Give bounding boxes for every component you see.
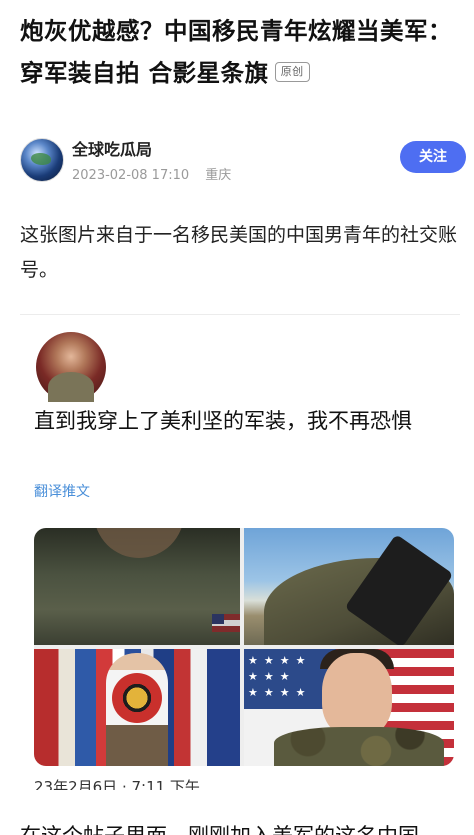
original-badge: 原创 — [274, 61, 310, 82]
author-name[interactable]: 全球吃瓜局 — [72, 136, 152, 160]
flag-patch-icon — [212, 614, 240, 632]
publish-location: 重庆 — [205, 168, 232, 183]
photo-flags-plaque[interactable] — [34, 649, 240, 766]
photo-soldier-uniform[interactable] — [34, 528, 240, 645]
tweet-photo-grid[interactable]: ★★★★ ★★★ ★★★★ — [34, 528, 454, 766]
author-avatar[interactable] — [20, 138, 64, 182]
tweet-timestamp: 23年2月6日 · 7:11 下午 — [34, 778, 200, 790]
publish-date: 2023-02-08 17:10 — [72, 168, 190, 183]
divider — [20, 314, 460, 315]
article-title: 炮灰优越感？中国移民青年炫耀当美军：穿军装自拍 合影星条旗 原创 — [20, 10, 460, 94]
photo-soldier-rifle[interactable] — [244, 528, 454, 645]
photo-portrait-flag[interactable]: ★★★★ ★★★ ★★★★ — [244, 649, 454, 766]
translate-tweet-link[interactable]: 翻译推文 — [34, 481, 90, 501]
author-meta: 2023-02-08 17:10 重庆 — [72, 164, 243, 183]
article-paragraph: 这张图片来自于一名移民美国的中国男青年的社交账号。 — [20, 224, 458, 281]
tweet-avatar — [36, 332, 106, 402]
marine-emblem-icon — [112, 673, 162, 723]
tweet-text: 直到我穿上了美利坚的军装，我不再恐惧 — [34, 409, 412, 433]
author-row: 全球吃瓜局 2023-02-08 17:10 重庆 关注 — [20, 136, 466, 186]
article-title-text: 炮灰优越感？中国移民青年炫耀当美军：穿军装自拍 合影星条旗 — [20, 17, 452, 87]
follow-button[interactable]: 关注 — [400, 141, 466, 173]
article-paragraph-2: 在这个帖子里面，刚刚加入美军的这名中国 — [20, 818, 470, 835]
